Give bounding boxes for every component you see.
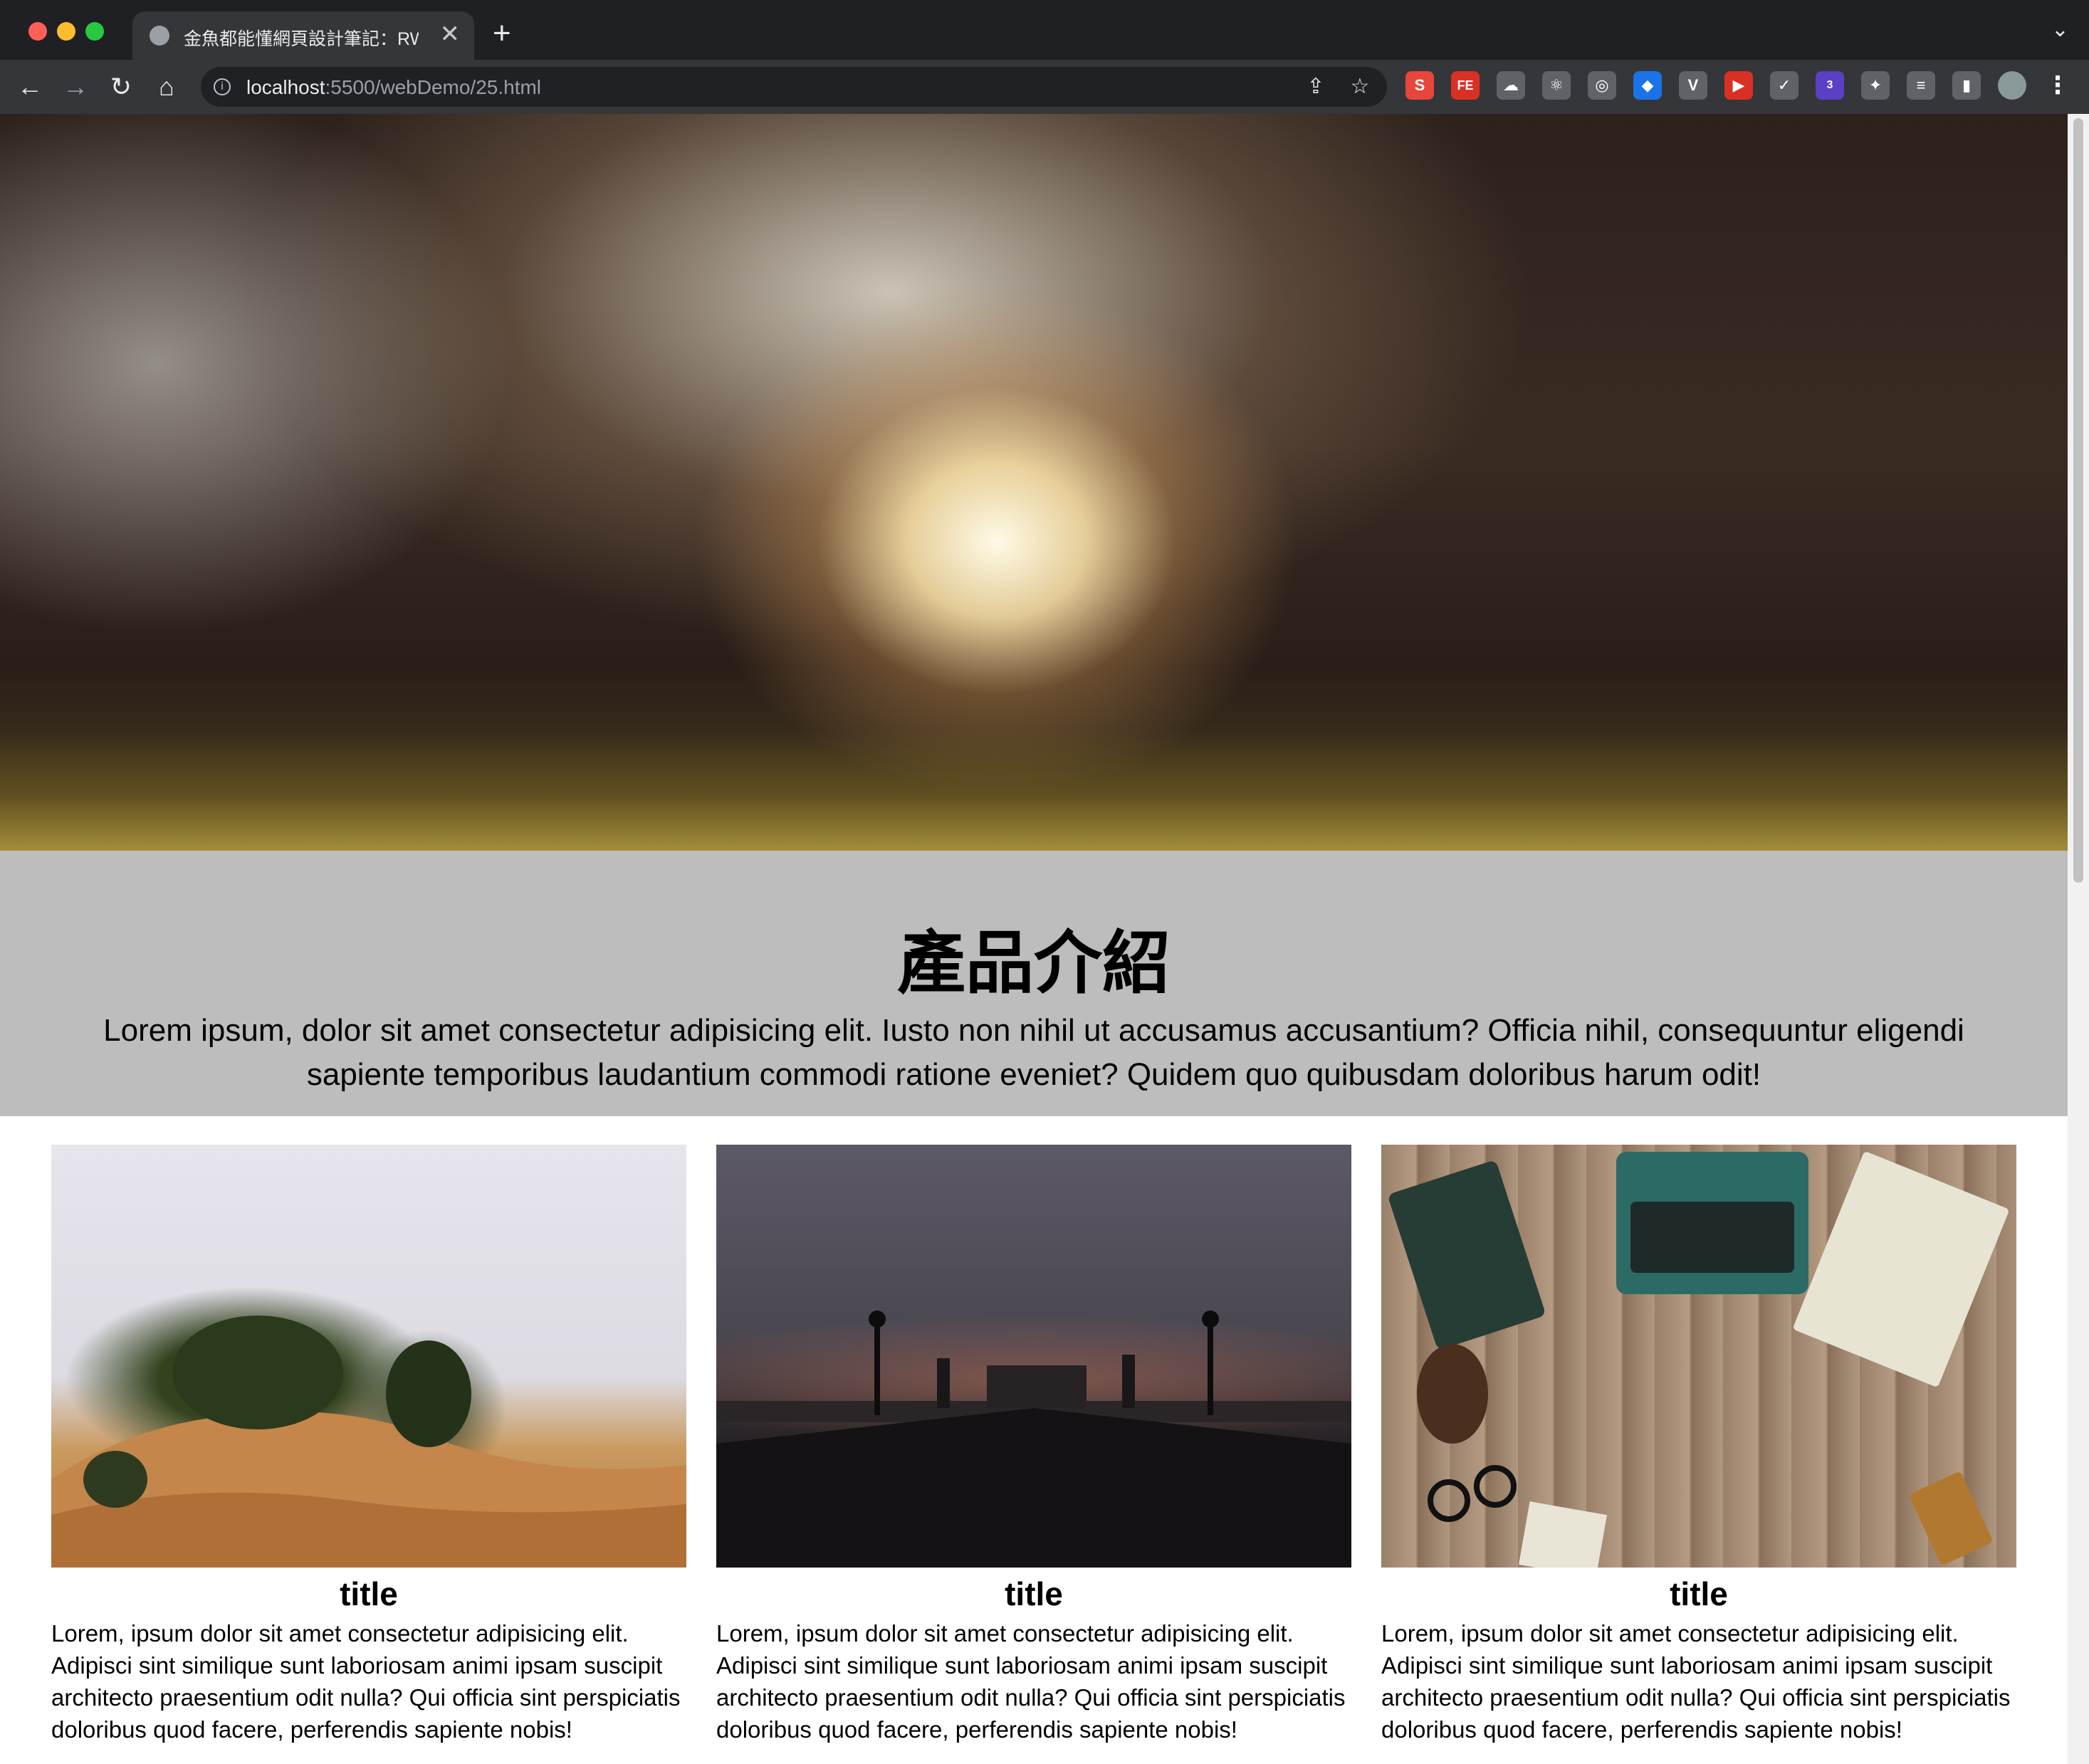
- url-path: :5500/webDemo/25.html: [325, 76, 542, 98]
- product-intro-section: 產品介紹 Lorem ipsum, dolor sit amet consect…: [0, 851, 2068, 1116]
- url-host: localhost: [246, 76, 325, 98]
- card-text: Lorem, ipsum dolor sit amet consectetur …: [716, 1620, 1346, 1743]
- page-title: 產品介紹: [897, 923, 1171, 1003]
- extension-gem-icon[interactable]: ◆: [1633, 71, 1662, 100]
- hero-grass-overlay: [0, 730, 2068, 851]
- card-text: Lorem, ipsum dolor sit amet consectetur …: [1381, 1620, 2011, 1743]
- extension-badge-icon[interactable]: 3: [1816, 71, 1844, 100]
- extension-target-icon[interactable]: ◎: [1588, 71, 1616, 100]
- product-cards: title Lorem, ipsum dolor sit amet consec…: [51, 1145, 2016, 1764]
- media-controls-icon[interactable]: ≡: [1907, 71, 1935, 100]
- extension-s-icon[interactable]: S: [1405, 71, 1434, 100]
- scrollbar-thumb[interactable]: [2073, 118, 2083, 883]
- product-card: title Lorem, ipsum dolor sit amet consec…: [51, 1145, 686, 1745]
- tab-search-chevron-icon[interactable]: ⌄: [2051, 17, 2069, 42]
- card-text: Lorem, ipsum dolor sit amet consectetur …: [51, 1620, 681, 1743]
- card-image-bridge: [716, 1145, 1351, 1568]
- extension-check-icon[interactable]: ✓: [1770, 71, 1799, 100]
- back-icon[interactable]: ←: [13, 70, 47, 104]
- card-image-dunes: [51, 1145, 686, 1568]
- tab-title: 金魚都能懂網頁設計筆記：RWD: [184, 29, 419, 49]
- home-icon[interactable]: ⌂: [150, 70, 184, 104]
- browser-tab-bar: 金魚都能懂網頁設計筆記：RWD ✕ + ⌄: [0, 0, 2089, 60]
- site-info-icon[interactable]: i: [214, 78, 231, 95]
- hero-banner-image: [0, 114, 2068, 851]
- close-window-button[interactable]: [28, 22, 47, 41]
- globe-icon: [150, 26, 169, 46]
- reload-icon[interactable]: ↻: [104, 70, 138, 104]
- intro-paragraph: Lorem ipsum, dolor sit amet consectetur …: [103, 1013, 1964, 1092]
- product-card: title Lorem, ipsum dolor sit amet consec…: [1381, 1145, 2016, 1745]
- card-image-desk: [1381, 1145, 2016, 1568]
- card-title: title: [1005, 1575, 1063, 1612]
- extension-play-icon[interactable]: ▶: [1724, 71, 1753, 100]
- share-icon[interactable]: ⇪: [1303, 74, 1329, 100]
- page-viewport: 產品介紹 Lorem ipsum, dolor sit amet consect…: [0, 114, 2068, 1764]
- extension-fe-icon[interactable]: FE: [1451, 71, 1480, 100]
- extension-v-icon[interactable]: V: [1679, 71, 1707, 100]
- page-scrollbar[interactable]: [2068, 114, 2089, 1764]
- extension-react-icon[interactable]: ⚛: [1542, 71, 1571, 100]
- browser-tab-active[interactable]: 金魚都能懂網頁設計筆記：RWD ✕: [132, 11, 474, 60]
- minimize-window-button[interactable]: [57, 22, 75, 41]
- card-title: title: [340, 1575, 398, 1612]
- product-card: title Lorem, ipsum dolor sit amet consec…: [716, 1145, 1351, 1745]
- address-bar[interactable]: i localhost:5500/webDemo/25.html ⇪ ☆: [201, 67, 1387, 107]
- maximize-window-button[interactable]: [85, 22, 104, 41]
- bookmark-star-icon[interactable]: ☆: [1347, 74, 1373, 100]
- card-title: title: [1670, 1575, 1728, 1612]
- url-text[interactable]: localhost:5500/webDemo/25.html: [246, 76, 541, 99]
- profile-avatar[interactable]: [1998, 71, 2026, 100]
- tab-close-icon[interactable]: ✕: [440, 20, 461, 48]
- side-panel-icon[interactable]: ▮: [1952, 71, 1981, 100]
- extension-cloud-icon[interactable]: ☁: [1497, 71, 1525, 100]
- extensions-puzzle-icon[interactable]: ✦: [1861, 71, 1890, 100]
- browser-menu-icon[interactable]: ⋮: [2043, 71, 2072, 100]
- forward-icon[interactable]: →: [58, 70, 93, 104]
- new-tab-button[interactable]: +: [493, 16, 511, 51]
